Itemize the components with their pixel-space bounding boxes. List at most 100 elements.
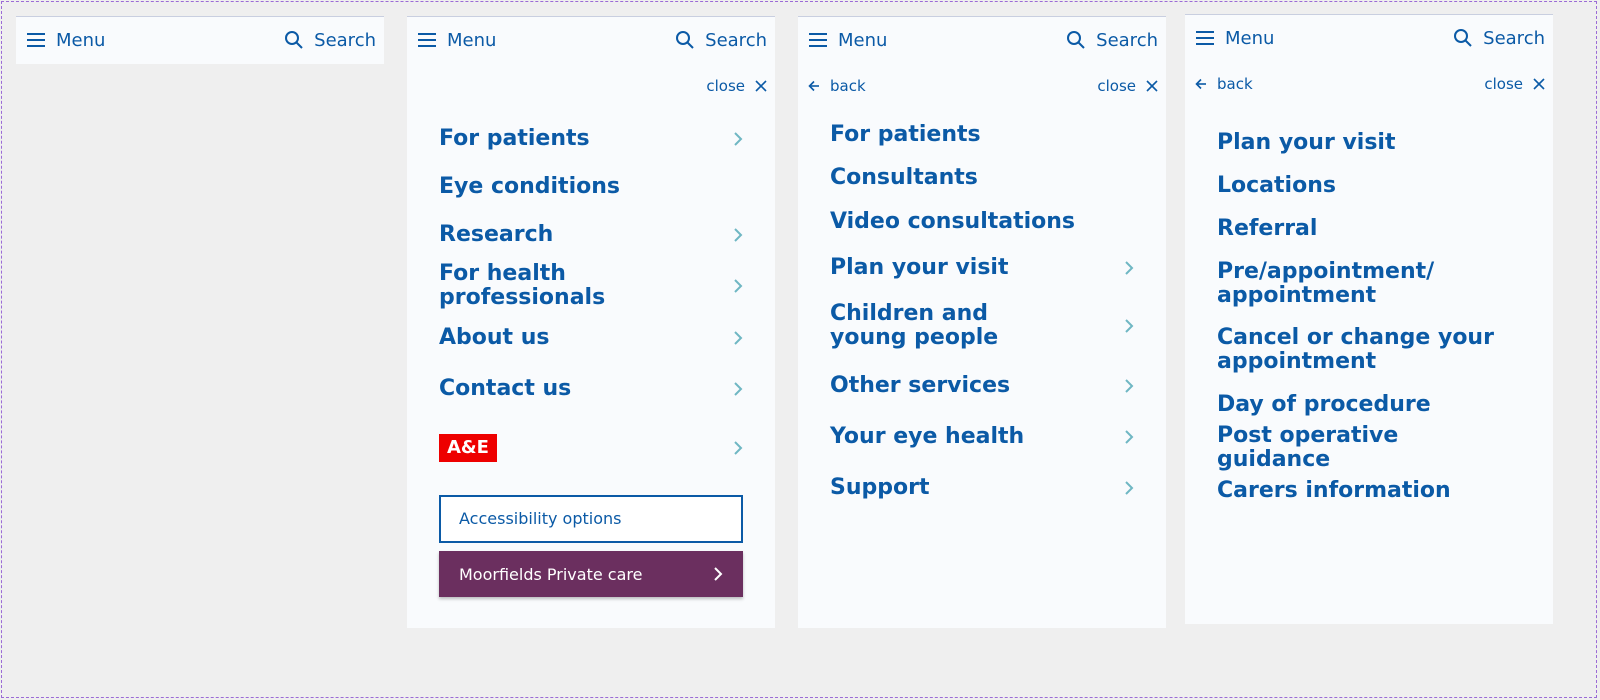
menu-button[interactable]: Menu — [808, 30, 887, 51]
chevron-right-icon — [1125, 261, 1134, 275]
close-icon — [755, 80, 767, 92]
nav-item-contact-us[interactable]: Contact us — [439, 363, 743, 415]
close-button[interactable]: close — [1097, 77, 1158, 95]
nav-item-for-patients[interactable]: For patients — [830, 113, 1134, 156]
menu-label: Menu — [56, 29, 106, 51]
search-label: Search — [705, 29, 767, 51]
nav-item-your-eye-health[interactable]: Your eye health — [830, 411, 1134, 462]
close-label: close — [1097, 77, 1136, 95]
search-icon — [1067, 31, 1085, 49]
nav-item-label: Locations — [1217, 172, 1336, 198]
nav-item-plan-your-visit[interactable]: Plan your visit — [830, 244, 1134, 292]
back-button[interactable]: back — [808, 77, 866, 95]
search-button[interactable]: Search — [1453, 28, 1545, 49]
topbar: Menu Search — [798, 17, 1166, 63]
nav-item-label: Eye conditions — [439, 173, 620, 199]
nav-item-children-and-young-people[interactable]: Children and young people — [830, 292, 1134, 360]
ae-badge: A&E — [439, 434, 497, 462]
nav-item-label: Contact us — [439, 376, 572, 401]
nav-item-for-patients[interactable]: For patients — [439, 115, 743, 163]
accessibility-options-button[interactable]: Accessibility options — [439, 495, 743, 543]
chevron-right-icon — [1125, 480, 1134, 495]
nav-item-consultants[interactable]: Consultants — [830, 156, 1134, 199]
nav-item-video-consultations[interactable]: Video consultations — [830, 199, 1134, 244]
nav-item-label: Cancel or change your appointment — [1217, 325, 1494, 374]
private-care-button[interactable]: Moorfields Private care — [439, 551, 743, 597]
nav-item-eye-conditions[interactable]: Eye conditions — [439, 163, 743, 210]
nav-item-plan-your-visit[interactable]: Plan your visit — [1217, 121, 1521, 164]
nav-item-locations[interactable]: Locations — [1217, 164, 1521, 207]
header-collapsed: Menu Search — [16, 16, 384, 64]
nav-item-label: For health professionals — [439, 261, 606, 310]
hamburger-icon — [1196, 31, 1214, 45]
nav-item-label: Post operative guidance — [1217, 422, 1399, 472]
hamburger-icon — [418, 33, 436, 47]
nav-item-post-operative-guidance[interactable]: Post operative guidance — [1217, 422, 1521, 472]
search-button[interactable]: Search — [284, 30, 376, 51]
nav-item-for-health-professionals[interactable]: For health professionals — [439, 260, 743, 312]
for-patients-nav-list: For patients Consultants Video consultat… — [798, 113, 1166, 513]
topbar: Menu Search — [407, 17, 775, 63]
nav-item-label: Support — [830, 474, 930, 500]
private-care-label: Moorfields Private care — [459, 564, 643, 584]
hamburger-icon — [27, 33, 45, 47]
search-icon — [676, 31, 694, 49]
nav-item-pre-appointment[interactable]: Pre/appointment/ appointment — [1217, 250, 1521, 317]
nav-item-other-services[interactable]: Other services — [830, 360, 1134, 411]
nav-item-label: Other services — [830, 372, 1011, 398]
search-label: Search — [1483, 27, 1545, 49]
chevron-right-icon — [1125, 319, 1134, 333]
search-button[interactable]: Search — [1066, 30, 1158, 51]
menu-button[interactable]: Menu — [417, 30, 496, 51]
search-icon — [285, 31, 303, 49]
nav-item-label: Carers information — [1217, 477, 1451, 503]
nav-item-label: For patients — [439, 126, 590, 151]
nav-item-label: About us — [439, 324, 550, 350]
nav-item-label: Plan your visit — [1217, 129, 1396, 155]
close-button[interactable]: close — [1484, 75, 1545, 93]
close-icon — [1146, 80, 1158, 92]
close-label: close — [706, 77, 745, 95]
nav-item-label: Video consultations — [830, 208, 1076, 234]
nav-item-about-us[interactable]: About us — [439, 312, 743, 363]
search-button[interactable]: Search — [675, 30, 767, 51]
nav-item-label: Plan your visit — [830, 255, 1009, 280]
close-button[interactable]: close — [706, 77, 767, 95]
nav-item-label: Your eye health — [830, 423, 1025, 449]
back-label: back — [830, 77, 866, 95]
nav-item-cancel-or-change[interactable]: Cancel or change your appointment — [1217, 317, 1521, 383]
chevron-right-icon — [734, 279, 743, 293]
nav-item-label: Research — [439, 222, 554, 247]
nav-item-research[interactable]: Research — [439, 210, 743, 260]
menu-label: Menu — [1225, 27, 1275, 49]
menu-label: Menu — [838, 29, 888, 51]
back-label: back — [1217, 75, 1253, 93]
close-label: close — [1484, 75, 1523, 93]
nav-item-label: Children and young people — [830, 301, 999, 350]
main-nav-list: For patients Eye conditions Research For… — [407, 115, 775, 481]
nav-item-support[interactable]: Support — [830, 462, 1134, 513]
menu-button[interactable]: Menu — [1195, 28, 1274, 49]
nav-item-referral[interactable]: Referral — [1217, 207, 1521, 250]
for-patients-panel: Menu Search back close For patients Cons… — [798, 16, 1166, 628]
back-button[interactable]: back — [1195, 75, 1253, 93]
arrow-left-icon — [808, 80, 819, 92]
control-bar: back close — [1185, 61, 1553, 107]
control-bar: back close — [798, 63, 1166, 109]
hamburger-icon — [809, 33, 827, 47]
nav-item-ae[interactable]: A&E — [439, 415, 743, 481]
plan-your-visit-panel: Menu Search back close Plan your visit L… — [1185, 14, 1553, 624]
menu-label: Menu — [447, 29, 497, 51]
nav-item-day-of-procedure[interactable]: Day of procedure — [1217, 383, 1521, 426]
menu-button[interactable]: Menu — [26, 30, 105, 51]
control-bar: close — [407, 63, 775, 109]
search-label: Search — [1096, 29, 1158, 51]
nav-item-carers-information[interactable]: Carers information — [1217, 469, 1521, 512]
main-menu-panel: Menu Search close For patients Eye condi… — [407, 16, 775, 628]
chevron-right-icon — [734, 330, 743, 345]
nav-item-label: Consultants — [830, 164, 978, 190]
plan-your-visit-nav-list: Plan your visit Locations Referral Pre/a… — [1185, 121, 1553, 512]
arrow-left-icon — [1195, 78, 1206, 90]
chevron-right-icon — [714, 567, 723, 581]
nav-item-label: Day of procedure — [1217, 391, 1431, 417]
